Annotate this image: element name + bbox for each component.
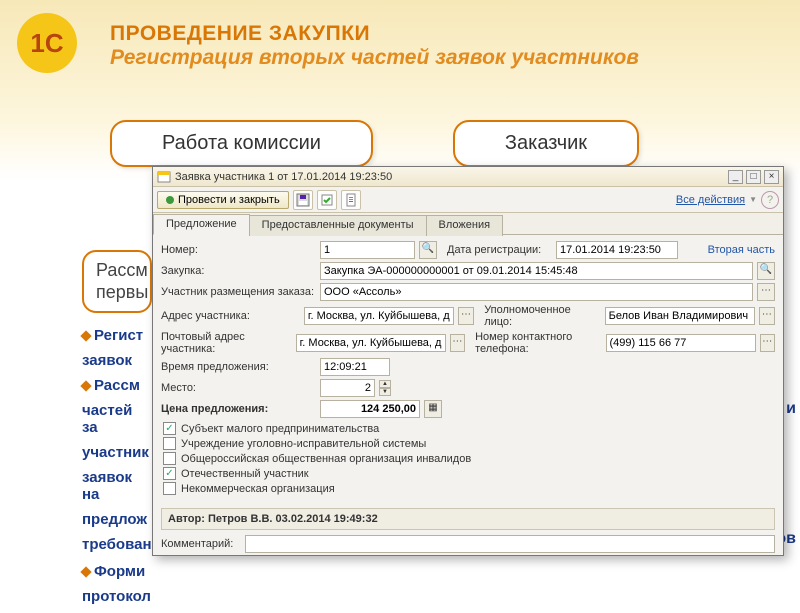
logo-1c: 1С bbox=[12, 8, 82, 78]
label-auth-person: Уполномоченное лицо: bbox=[484, 304, 600, 328]
all-actions-link[interactable]: Все действия bbox=[676, 194, 745, 206]
label-offer-time: Время предложения: bbox=[161, 361, 316, 373]
lookup-icon[interactable]: 🔍 bbox=[419, 241, 437, 259]
checkbox-label-0: Субъект малого предпринимательства bbox=[181, 423, 379, 435]
checkbox-label-2: Общероссийская общественная организация … bbox=[181, 453, 471, 465]
tabs: Предложение Предоставленные документы Вл… bbox=[153, 213, 783, 235]
offer-price-field[interactable] bbox=[320, 400, 420, 418]
checkbox-1[interactable] bbox=[163, 437, 176, 450]
post-address-field[interactable] bbox=[296, 334, 446, 352]
minimize-button[interactable]: _ bbox=[728, 170, 743, 184]
phone-field[interactable] bbox=[606, 334, 756, 352]
window-title: Заявка участника 1 от 17.01.2014 19:23:5… bbox=[175, 171, 728, 183]
pill-commission: Работа комиссии bbox=[110, 120, 373, 167]
label-purchase: Закупка: bbox=[161, 265, 316, 277]
title-line2: Регистрация вторых частей заявок участни… bbox=[110, 46, 639, 70]
second-part-link[interactable]: Вторая часть bbox=[708, 244, 775, 256]
label-phone: Номер контактного телефона: bbox=[475, 331, 601, 355]
window-icon bbox=[157, 170, 171, 184]
window-titlebar: Заявка участника 1 от 17.01.2014 19:23:5… bbox=[153, 167, 783, 187]
svg-text:1С: 1С bbox=[30, 28, 63, 58]
checkbox-label-4: Некоммерческая организация bbox=[181, 483, 335, 495]
label-participant: Участник размещения заказа: bbox=[161, 286, 316, 298]
post-icon bbox=[166, 196, 174, 204]
comment-field[interactable] bbox=[245, 535, 775, 553]
post-and-close-button[interactable]: Провести и закрыть bbox=[157, 191, 289, 209]
window-toolbar: Провести и закрыть Все действия ▼ ? bbox=[153, 187, 783, 213]
label-reg-date: Дата регистрации: bbox=[447, 244, 552, 256]
page-title: ПРОВЕДЕНИЕ ЗАКУПКИ Регистрация вторых ча… bbox=[110, 22, 639, 70]
save-icon[interactable] bbox=[293, 190, 313, 210]
checkbox-3[interactable] bbox=[163, 467, 176, 480]
tab-offer[interactable]: Предложение bbox=[153, 214, 250, 235]
checkbox-0[interactable] bbox=[163, 422, 176, 435]
label-number: Номер: bbox=[161, 244, 316, 256]
select-icon[interactable]: ⋯ bbox=[458, 307, 474, 325]
participant-request-window: Заявка участника 1 от 17.01.2014 19:23:5… bbox=[152, 166, 784, 556]
select-icon[interactable]: ⋯ bbox=[757, 283, 775, 301]
lookup-icon[interactable]: 🔍 bbox=[757, 262, 775, 280]
maximize-button[interactable]: □ bbox=[746, 170, 761, 184]
report-icon[interactable] bbox=[341, 190, 361, 210]
number-field[interactable] bbox=[320, 241, 415, 259]
checkbox-4[interactable] bbox=[163, 482, 176, 495]
author-info: Автор: Петров В.В. 03.02.2014 19:49:32 bbox=[161, 508, 775, 530]
tab-attachments[interactable]: Вложения bbox=[426, 215, 504, 236]
label-address: Адрес участника: bbox=[161, 310, 300, 322]
tab-documents[interactable]: Предоставленные документы bbox=[249, 215, 427, 236]
offer-time-field[interactable] bbox=[320, 358, 390, 376]
calculator-icon[interactable]: ▦ bbox=[424, 400, 442, 418]
title-line1: ПРОВЕДЕНИЕ ЗАКУПКИ bbox=[110, 22, 639, 46]
checkbox-label-1: Учреждение уголовно-исправительной систе… bbox=[181, 438, 426, 450]
select-icon[interactable]: ⋯ bbox=[759, 307, 775, 325]
label-offer-price: Цена предложения: bbox=[161, 403, 316, 415]
place-spinner[interactable]: ▲▼ bbox=[379, 380, 391, 396]
place-field[interactable] bbox=[320, 379, 375, 397]
checkbox-2[interactable] bbox=[163, 452, 176, 465]
pill-customer: Заказчик bbox=[453, 120, 639, 167]
participant-flags: Субъект малого предпринимательства Учрежд… bbox=[163, 422, 775, 495]
label-place: Место: bbox=[161, 382, 316, 394]
checkbox-label-3: Отечественный участник bbox=[181, 468, 309, 480]
address-field[interactable] bbox=[304, 307, 454, 325]
select-icon[interactable]: ⋯ bbox=[450, 334, 465, 352]
close-button[interactable]: × bbox=[764, 170, 779, 184]
post-icon-button[interactable] bbox=[317, 190, 337, 210]
reg-date-field[interactable] bbox=[556, 241, 678, 259]
purchase-field[interactable] bbox=[320, 262, 753, 280]
help-icon[interactable]: ? bbox=[761, 191, 779, 209]
participant-field[interactable] bbox=[320, 283, 753, 301]
label-comment: Комментарий: bbox=[161, 538, 241, 550]
auth-person-field[interactable] bbox=[605, 307, 755, 325]
label-post-address: Почтовый адрес участника: bbox=[161, 331, 292, 355]
select-icon[interactable]: ⋯ bbox=[760, 334, 775, 352]
left-partial-text: Рассм первы Регист заявок Рассм частей з… bbox=[82, 250, 152, 613]
